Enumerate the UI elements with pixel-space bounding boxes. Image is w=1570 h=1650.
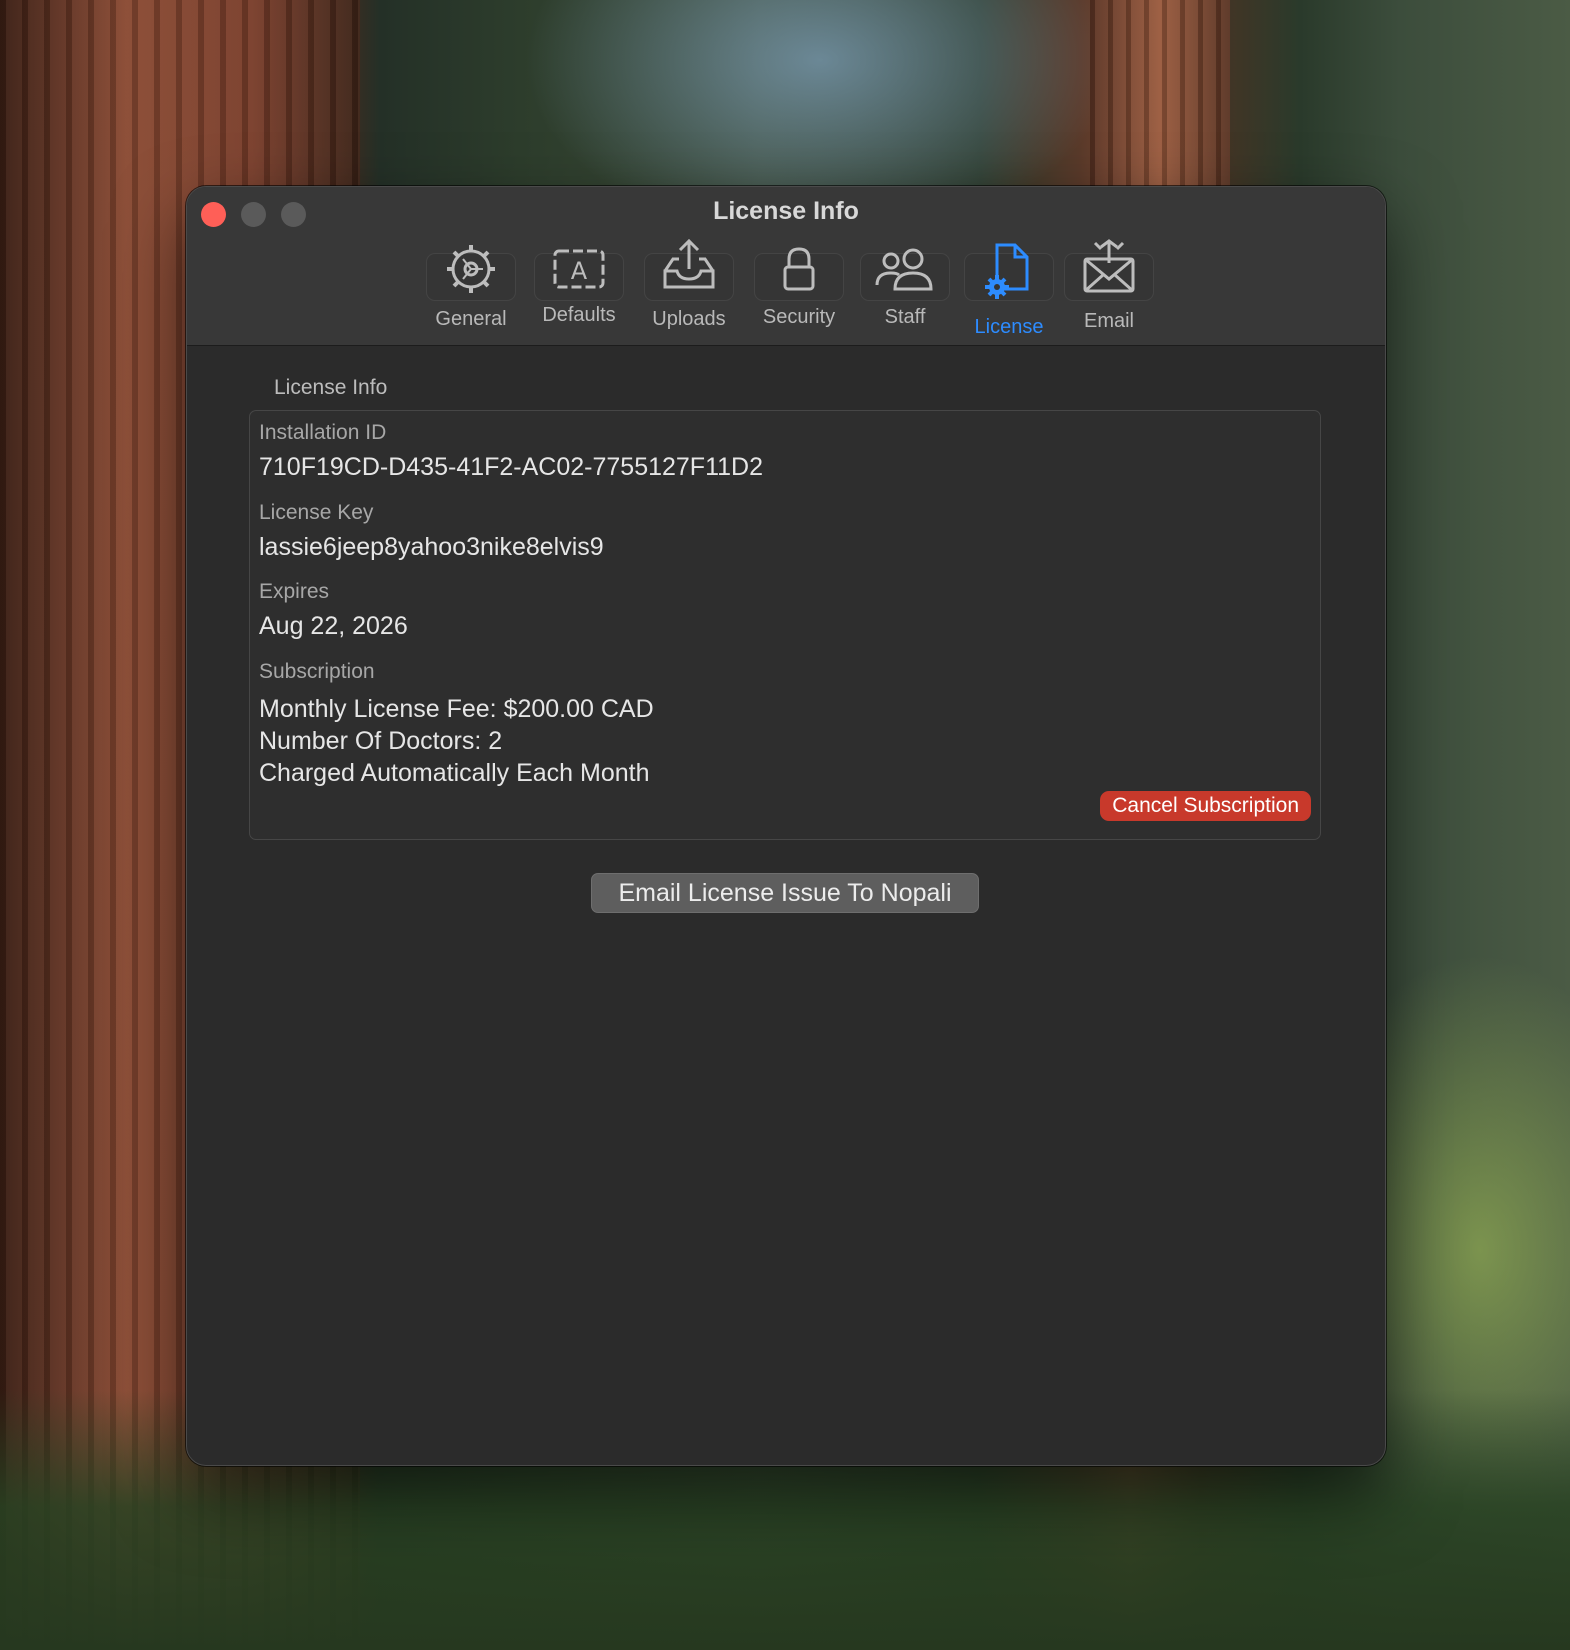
license-key-value: lassie6jeep8yahoo3nike8elvis9 — [259, 533, 604, 561]
tab-defaults[interactable]: A Defaults — [529, 247, 629, 339]
upload-tray-icon — [663, 238, 715, 289]
tab-staff[interactable]: Staff — [855, 247, 955, 339]
subscription-line: Monthly License Fee: $200.00 CAD — [259, 695, 654, 723]
tab-label: Uploads — [652, 308, 726, 330]
envelope-icon — [1083, 239, 1135, 293]
license-key-label: License Key — [259, 501, 374, 524]
expires-value: Aug 22, 2026 — [259, 612, 408, 640]
tab-label: Security — [762, 306, 836, 328]
tab-uploads[interactable]: Uploads — [639, 238, 739, 339]
window-title: License Info — [713, 197, 859, 225]
gear-icon — [447, 245, 495, 293]
installation-id-label: Installation ID — [259, 421, 387, 444]
tab-label: Defaults — [542, 304, 616, 326]
tab-security[interactable]: Security — [749, 247, 849, 339]
preferences-toolbar: General A Defaults Uploads Security Staf… — [187, 238, 1385, 339]
group-title: License Info — [274, 376, 388, 399]
svg-text:A: A — [571, 257, 588, 285]
tab-general[interactable]: General — [421, 245, 521, 339]
subscription-details: Monthly License Fee: $200.00 CAD Number … — [259, 693, 654, 789]
installation-id-value: 710F19CD-D435-41F2-AC02-7755127F11D2 — [259, 453, 763, 481]
license-info-box: Installation ID 710F19CD-D435-41F2-AC02-… — [249, 410, 1321, 840]
document-gear-icon — [985, 243, 1029, 299]
email-license-issue-button[interactable]: Email License Issue To Nopali — [591, 873, 979, 913]
subscription-line: Number Of Doctors: 2 — [259, 727, 503, 755]
preferences-window: License Info General A Defaults Uploads … — [186, 186, 1386, 1466]
title-bar: License Info General A Defaults Uploads … — [187, 187, 1385, 346]
text-box-icon: A — [553, 249, 605, 289]
subscription-label: Subscription — [259, 660, 375, 683]
cancel-subscription-button[interactable]: Cancel Subscription — [1100, 791, 1311, 821]
tab-label: Staff — [884, 306, 926, 328]
subscription-line: Charged Automatically Each Month — [259, 759, 650, 787]
lock-icon — [783, 247, 815, 291]
tab-email[interactable]: Email — [1059, 239, 1159, 339]
expires-label: Expires — [259, 580, 330, 603]
tab-license[interactable]: License — [959, 243, 1059, 339]
tab-label: General — [435, 308, 507, 330]
people-icon — [875, 248, 933, 291]
tab-label: Email — [1083, 310, 1134, 332]
